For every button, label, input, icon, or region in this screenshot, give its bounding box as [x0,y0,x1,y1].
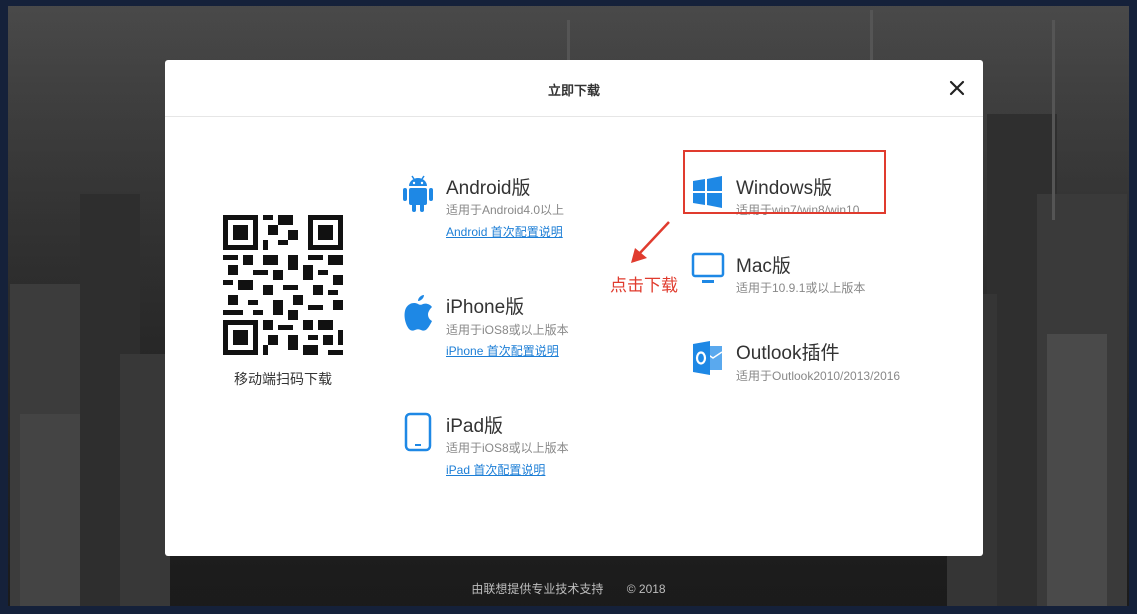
iphone-desc: 适用于iOS8或以上版本 [446,323,569,337]
mac-desc: 适用于10.9.1或以上版本 [736,281,866,295]
windows-highlight-box [683,150,886,214]
monitor-icon [691,252,725,283]
iphone-name: iPhone版 [446,297,525,318]
outlook-icon [693,341,723,375]
outlook-name: Outlook插件 [736,343,840,364]
modal-title: 立即下载 [547,83,600,98]
footer-copyright: © 2018 [626,582,666,596]
ipad-config-link[interactable]: iPad 首次配置说明 [446,461,545,478]
outlook-desc: 适用于Outlook2010/2013/2016 [736,369,901,383]
close-icon [949,80,965,96]
qr-caption: 移动端扫码下载 [234,371,332,387]
download-modal: 立即下载 移动端扫码下载 Android版 适用于Android4.0以上 An… [165,60,983,556]
annotation-click-download: 点击下载 [610,276,678,295]
mac-name: Mac版 [736,256,791,277]
ipad-desc: 适用于iOS8或以上版本 [446,441,569,455]
qr-section: 移动端扫码下载 [223,215,343,387]
modal-header: 立即下载 [165,60,983,117]
android-desc: 适用于Android4.0以上 [446,203,565,217]
ipad-name: iPad版 [446,416,504,437]
footer-support-text: 由联想提供专业技术支持 [471,582,604,596]
android-icon [403,175,433,212]
android-config-link[interactable]: Android 首次配置说明 [446,223,563,240]
qr-code-icon [223,215,343,355]
iphone-config-link[interactable]: iPhone 首次配置说明 [446,342,559,359]
android-name: Android版 [446,178,531,199]
annotation-arrow-icon [631,221,670,263]
footer: 由联想提供专业技术支持 © 2018 [0,580,1137,597]
apple-icon [404,295,432,331]
tablet-icon [404,412,432,452]
close-button[interactable] [945,76,969,100]
